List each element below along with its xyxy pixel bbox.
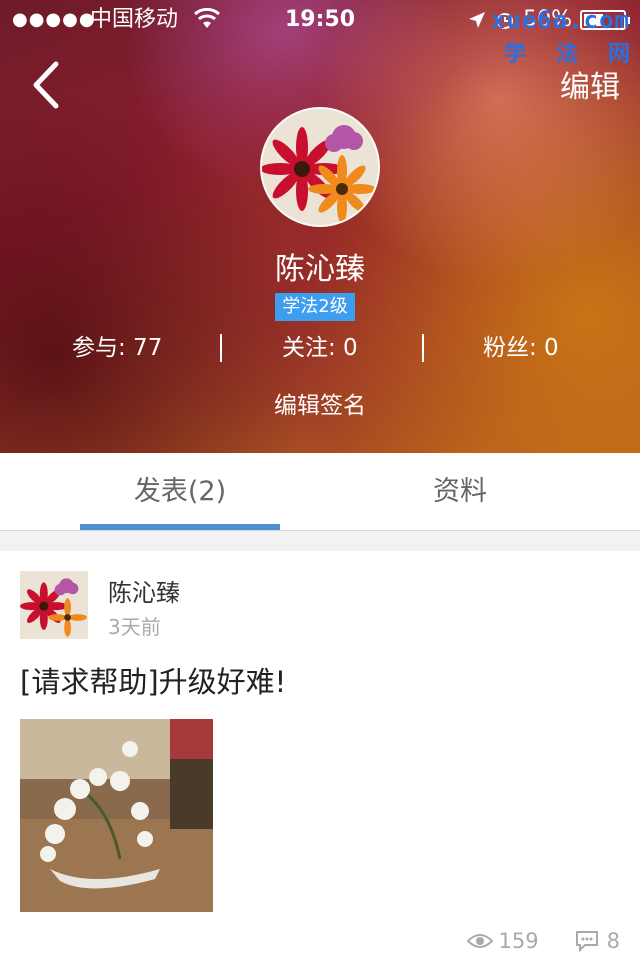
watermark: xue6a.com 学法网	[491, 6, 630, 68]
tab-active-indicator	[80, 524, 280, 530]
avatar[interactable]	[260, 107, 380, 227]
stat-fans[interactable]: 粉丝: 0	[483, 332, 559, 364]
stat-divider	[422, 334, 424, 362]
post-author-name[interactable]: 陈沁臻	[108, 573, 180, 608]
edit-signature-link[interactable]: 编辑签名	[0, 386, 640, 420]
edit-button[interactable]: 编辑	[560, 62, 620, 106]
tab-posts[interactable]: 发表(2)	[80, 453, 280, 531]
flower-avatar-image	[262, 109, 378, 225]
flower-avatar-image	[20, 571, 88, 639]
eye-icon	[466, 934, 493, 948]
comments-count: 8	[606, 929, 620, 953]
views-count: 159	[498, 929, 539, 953]
stat-divider	[220, 334, 222, 362]
profile-tabs: 发表(2) 资料	[0, 453, 640, 531]
comment-icon[interactable]	[575, 930, 599, 952]
back-button[interactable]	[26, 58, 66, 112]
profile-header: ●●●●● 中国移动 19:50 50% xue6a.com 学法网	[0, 0, 640, 453]
watermark-url: xue6a.com	[490, 6, 630, 34]
post-meta: 159 8	[466, 929, 620, 953]
level-badge: 学法2级	[275, 293, 355, 321]
location-icon	[469, 12, 486, 28]
post-timestamp: 3天前	[108, 615, 161, 639]
post-title[interactable]: [请求帮助]升级好难!	[20, 659, 286, 701]
post-card[interactable]: 陈沁臻 3天前 [请求帮助]升级好难! 159 8	[0, 551, 640, 960]
orchid-photo	[20, 719, 213, 912]
post-image[interactable]	[20, 719, 213, 912]
user-name: 陈沁臻	[275, 252, 365, 287]
user-stats: 参与: 77 关注: 0 粉丝: 0	[0, 332, 640, 364]
back-icon	[33, 61, 59, 109]
stat-participate[interactable]: 参与: 77	[72, 332, 162, 364]
stat-follow[interactable]: 关注: 0	[282, 332, 358, 364]
tab-profile[interactable]: 资料	[360, 453, 560, 531]
post-author-avatar[interactable]	[20, 571, 88, 639]
